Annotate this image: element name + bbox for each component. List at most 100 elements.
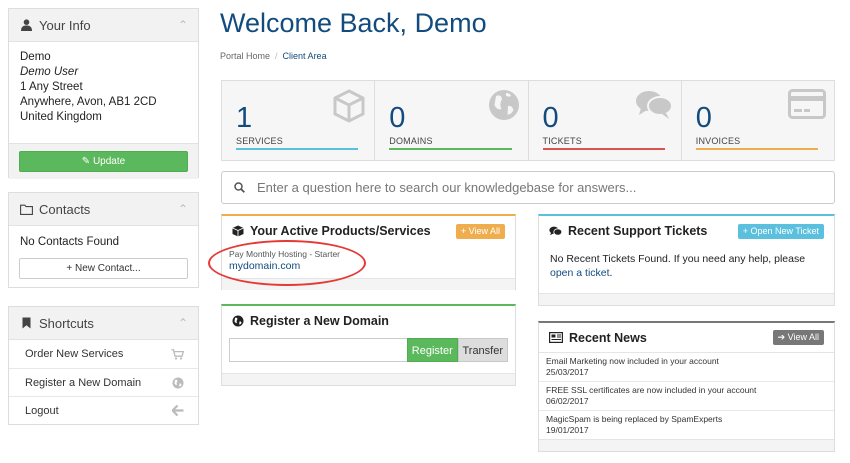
your-info-header[interactable]: Your Info ⌃: [9, 9, 198, 42]
bookmark-icon: [19, 317, 33, 329]
arrow-left-icon: [172, 405, 184, 416]
sentence-end: .: [609, 267, 613, 279]
cube-icon: [332, 89, 366, 126]
news-title: Email Marketing now included in your acc…: [546, 356, 719, 366]
news-date: 19/01/2017: [546, 425, 589, 435]
chevron-up-icon[interactable]: ⌃: [178, 202, 188, 216]
contacts-title: Contacts: [39, 201, 91, 217]
new-contact-button[interactable]: + New Contact...: [19, 258, 188, 279]
shortcuts-title: Shortcuts: [39, 315, 94, 331]
support-tickets-body: No Recent Tickets Found. If you need any…: [539, 246, 834, 298]
stat-label: DOMAINS: [389, 136, 433, 146]
address-line-1: 1 Any Street: [20, 81, 83, 93]
register-domain-card: Register a New Domain Register Transfer: [221, 304, 516, 386]
knowledgebase-search[interactable]: [221, 171, 835, 204]
support-tickets-card: Recent Support Tickets + Open New Ticket…: [538, 214, 835, 306]
product-item[interactable]: Pay Monthly Hosting - Starter mydomain.c…: [208, 240, 515, 286]
stat-services[interactable]: 1 SERVICES: [222, 81, 374, 160]
register-domain-header: Register a New Domain: [222, 306, 515, 336]
news-title: MagicSpam is being replaced by SpamExper…: [546, 414, 723, 424]
stat-accent-bar: [695, 148, 818, 150]
support-tickets-title: Recent Support Tickets: [568, 224, 708, 238]
news-date: 25/03/2017: [546, 367, 589, 377]
your-info-footer: ✎ Update: [9, 143, 198, 179]
client-name: Demo: [20, 51, 51, 63]
news-date: 06/02/2017: [546, 396, 589, 406]
shortcut-order-new-services[interactable]: Order New Services: [9, 340, 198, 368]
stat-accent-bar: [542, 148, 665, 150]
stat-label: INVOICES: [695, 136, 741, 146]
shortcut-label: Register a New Domain: [25, 376, 142, 389]
contacts-panel: Contacts ⌃ No Contacts Found + New Conta…: [8, 192, 199, 288]
cart-icon: [171, 348, 184, 360]
card-footer: [222, 373, 515, 385]
shortcut-register-domain[interactable]: Register a New Domain: [9, 368, 198, 396]
active-products-title: Your Active Products/Services: [250, 224, 431, 238]
no-tickets-text: No Recent Tickets Found. If you need any…: [550, 253, 806, 265]
folder-icon: [19, 204, 33, 215]
recent-news-card: Recent News ➔ View All Email Marketing n…: [538, 321, 835, 452]
search-input[interactable]: [257, 180, 834, 195]
open-ticket-link[interactable]: open a ticket: [550, 267, 610, 279]
news-list: Email Marketing now included in your acc…: [539, 353, 834, 439]
card-footer: [539, 439, 834, 451]
page-title: Welcome Back, Demo: [220, 8, 487, 38]
stat-label: SERVICES: [236, 136, 283, 146]
register-button[interactable]: Register: [407, 338, 458, 362]
news-title: FREE SSL certificates are now included i…: [546, 385, 757, 395]
news-item[interactable]: MagicSpam is being replaced by SpamExper…: [539, 411, 834, 439]
stat-invoices[interactable]: 0 INVOICES: [680, 81, 834, 160]
credit-card-icon: [788, 89, 826, 122]
update-button[interactable]: ✎ Update: [19, 151, 188, 172]
no-contacts-text: No Contacts Found: [20, 236, 120, 248]
newspaper-icon: [549, 332, 563, 343]
address-line-2: Anywhere, Avon, AB1 2CD: [20, 96, 157, 108]
plus-icon: +: [66, 263, 73, 274]
globe-icon: [232, 315, 244, 327]
domain-input[interactable]: [229, 338, 407, 362]
register-domain-title: Register a New Domain: [250, 314, 389, 328]
open-new-ticket-label: Open New Ticket: [750, 225, 819, 236]
recent-news-header: Recent News ➔ View All: [539, 323, 834, 353]
shortcuts-panel: Shortcuts ⌃ Order New Services Register …: [8, 306, 199, 425]
stat-tickets[interactable]: 0 TICKETS: [527, 81, 681, 160]
news-item[interactable]: Email Marketing now included in your acc…: [539, 353, 834, 382]
open-new-ticket-button[interactable]: + Open New Ticket: [737, 223, 824, 239]
active-products-card: Your Active Products/Services + View All…: [208, 214, 516, 290]
comments-icon: [549, 226, 562, 237]
view-all-news-button[interactable]: ➔ View All: [772, 330, 824, 345]
chevron-up-icon[interactable]: ⌃: [178, 316, 188, 330]
pencil-icon: ✎: [81, 156, 91, 167]
shortcuts-header[interactable]: Shortcuts ⌃: [9, 307, 198, 340]
contacts-footer: + New Contact...: [9, 258, 198, 286]
update-label: Update: [92, 156, 126, 167]
view-all-products-button[interactable]: + View All: [455, 223, 505, 239]
globe-icon: [172, 377, 184, 389]
stat-accent-bar: [389, 148, 512, 150]
globe-icon: [488, 89, 520, 124]
comments-icon: [635, 89, 673, 124]
user-icon: [19, 19, 33, 31]
your-info-body: Demo Demo User 1 Any Street Anywhere, Av…: [9, 42, 198, 143]
news-item[interactable]: FREE SSL certificates are now included i…: [539, 382, 834, 411]
stat-accent-bar: [236, 148, 359, 150]
breadcrumb-client-area: Client Area: [282, 51, 327, 61]
client-user: Demo User: [20, 66, 79, 78]
card-footer: [539, 293, 834, 305]
chevron-up-icon[interactable]: ⌃: [178, 18, 188, 32]
search-icon: [234, 182, 245, 193]
view-all-label: View All: [787, 332, 819, 342]
shortcut-label: Order New Services: [25, 348, 124, 360]
shortcut-label: Logout: [25, 404, 59, 417]
highlight-circle: [208, 240, 366, 286]
breadcrumb-portal-home[interactable]: Portal Home: [220, 51, 270, 61]
stat-label: TICKETS: [542, 136, 582, 146]
contacts-header[interactable]: Contacts ⌃: [9, 193, 198, 226]
stat-domains[interactable]: 0 DOMAINS: [374, 81, 527, 160]
cube-icon: [232, 225, 244, 237]
breadcrumb: Portal Home / Client Area: [220, 51, 327, 61]
transfer-button[interactable]: Transfer: [457, 338, 508, 362]
domain-form: Register Transfer: [222, 336, 515, 368]
your-info-panel: Your Info ⌃ Demo Demo User 1 Any Street …: [8, 8, 199, 179]
shortcut-logout[interactable]: Logout: [9, 396, 198, 424]
